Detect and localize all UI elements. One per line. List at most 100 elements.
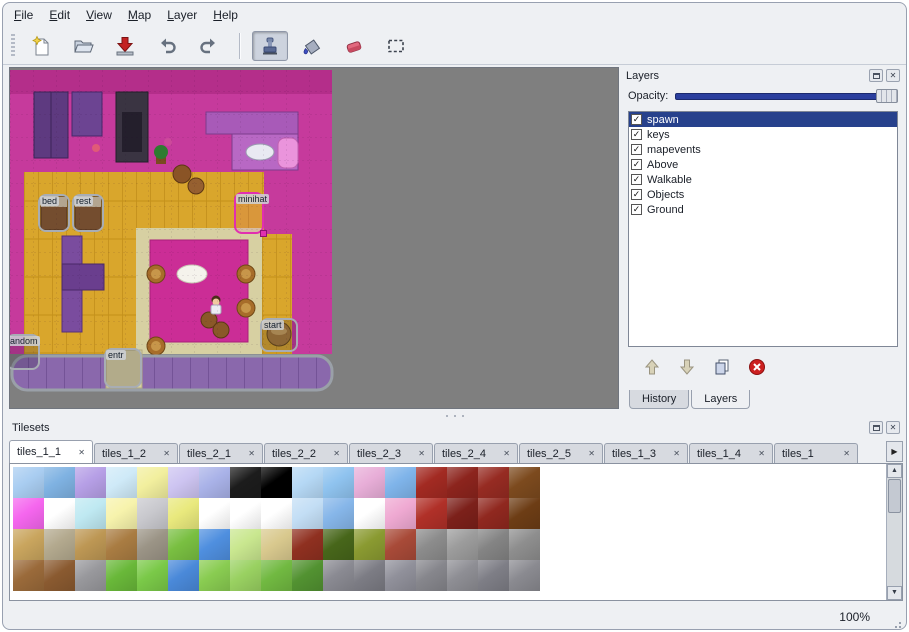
tileset-tab[interactable]: tiles_1_2✕	[94, 443, 178, 463]
menu-layer[interactable]: Layer	[160, 6, 204, 24]
float-tilesets-button[interactable]	[869, 421, 883, 434]
tile[interactable]	[168, 560, 199, 591]
selection-handle[interactable]	[260, 230, 267, 237]
save-button[interactable]	[107, 31, 143, 61]
tile[interactable]	[323, 560, 354, 591]
tileset-tab[interactable]: tiles_2_3✕	[349, 443, 433, 463]
tile[interactable]	[385, 467, 416, 498]
scroll-up-button[interactable]: ▲	[887, 464, 902, 478]
menu-file[interactable]: File	[7, 6, 40, 24]
new-map-button[interactable]	[23, 31, 59, 61]
layer-row[interactable]: ✓Ground	[629, 202, 897, 217]
map-view[interactable]: bedrestminihatstartandomentr	[9, 67, 619, 409]
tile[interactable]	[354, 467, 385, 498]
rect-select-button[interactable]	[378, 31, 414, 61]
map-object[interactable]: entr	[104, 348, 142, 388]
tile[interactable]	[75, 560, 106, 591]
tile[interactable]	[44, 529, 75, 560]
tab-close-icon[interactable]: ✕	[163, 449, 170, 458]
menu-edit[interactable]: Edit	[42, 6, 77, 24]
layer-row[interactable]: ✓Objects	[629, 187, 897, 202]
undo-button[interactable]	[149, 31, 185, 61]
tileset-tab[interactable]: tiles_1_3✕	[604, 443, 688, 463]
tile[interactable]	[13, 529, 44, 560]
tile[interactable]	[137, 560, 168, 591]
tab-history[interactable]: History	[629, 390, 689, 409]
tile[interactable]	[478, 467, 509, 498]
tile[interactable]	[447, 529, 478, 560]
tileset-tab[interactable]: tiles_2_4✕	[434, 443, 518, 463]
map-object[interactable]: minihat	[234, 192, 264, 234]
toolbar-drag-handle[interactable]	[11, 34, 15, 58]
opacity-slider-track[interactable]	[675, 93, 897, 100]
tileset-tab[interactable]: tiles_2_1✕	[179, 443, 263, 463]
tile[interactable]	[75, 498, 106, 529]
tab-layers[interactable]: Layers	[691, 390, 750, 409]
tileset-tab[interactable]: tiles_1_4✕	[689, 443, 773, 463]
tab-close-icon[interactable]: ✕	[588, 449, 595, 458]
tile[interactable]	[323, 529, 354, 560]
eraser-button[interactable]	[336, 31, 372, 61]
layer-visibility-checkbox[interactable]: ✓	[631, 204, 642, 215]
tile[interactable]	[385, 529, 416, 560]
tile[interactable]	[106, 498, 137, 529]
tile[interactable]	[199, 498, 230, 529]
tile[interactable]	[509, 560, 540, 591]
tab-scroll-right-button[interactable]: ▶	[886, 441, 903, 462]
tile[interactable]	[168, 529, 199, 560]
resize-grip[interactable]	[899, 622, 901, 624]
tile[interactable]	[137, 529, 168, 560]
tileset-tab[interactable]: tiles_1_1✕	[9, 440, 93, 463]
bucket-fill-button[interactable]	[294, 31, 330, 61]
layer-row[interactable]: ✓Walkable	[629, 172, 897, 187]
opacity-slider[interactable]	[675, 88, 898, 104]
tab-close-icon[interactable]: ✕	[503, 449, 510, 458]
tile[interactable]	[447, 467, 478, 498]
tile[interactable]	[416, 560, 447, 591]
tile[interactable]	[509, 467, 540, 498]
tile[interactable]	[230, 529, 261, 560]
stamp-brush-button[interactable]	[252, 31, 288, 61]
tile[interactable]	[230, 498, 261, 529]
tile[interactable]	[44, 560, 75, 591]
tile[interactable]	[44, 467, 75, 498]
tile[interactable]	[292, 467, 323, 498]
tab-close-icon[interactable]: ✕	[248, 449, 255, 458]
layer-row[interactable]: ✓Above	[629, 157, 897, 172]
redo-button[interactable]	[191, 31, 227, 61]
tab-close-icon[interactable]: ✕	[843, 449, 850, 458]
tile[interactable]	[168, 467, 199, 498]
tile[interactable]	[137, 467, 168, 498]
layer-visibility-checkbox[interactable]: ✓	[631, 159, 642, 170]
tileset-view[interactable]: ▲ ▼	[9, 463, 903, 601]
vertical-scrollbar[interactable]: ▲ ▼	[886, 464, 902, 600]
close-panel-button[interactable]: ✕	[886, 69, 900, 82]
layer-visibility-checkbox[interactable]: ✓	[631, 129, 642, 140]
menu-view[interactable]: View	[79, 6, 119, 24]
tile[interactable]	[199, 529, 230, 560]
tile[interactable]	[292, 498, 323, 529]
tile[interactable]	[168, 498, 199, 529]
tile[interactable]	[509, 498, 540, 529]
tile[interactable]	[416, 467, 447, 498]
map-object[interactable]: andom	[9, 334, 40, 370]
layer-visibility-checkbox[interactable]: ✓	[631, 174, 642, 185]
layer-row[interactable]: ✓keys	[629, 127, 897, 142]
layer-visibility-checkbox[interactable]: ✓	[631, 114, 642, 125]
map-object[interactable]: bed	[38, 194, 70, 232]
open-button[interactable]	[65, 31, 101, 61]
tile[interactable]	[416, 498, 447, 529]
tile[interactable]	[106, 560, 137, 591]
tile[interactable]	[323, 467, 354, 498]
tile[interactable]	[447, 560, 478, 591]
tab-close-icon[interactable]: ✕	[78, 448, 85, 457]
tile[interactable]	[354, 529, 385, 560]
tileset-tab[interactable]: tiles_2_5✕	[519, 443, 603, 463]
float-panel-button[interactable]	[869, 69, 883, 82]
tile[interactable]	[292, 560, 323, 591]
tile[interactable]	[137, 498, 168, 529]
tile[interactable]	[478, 498, 509, 529]
tile[interactable]	[13, 560, 44, 591]
tile[interactable]	[199, 560, 230, 591]
tile[interactable]	[75, 467, 106, 498]
